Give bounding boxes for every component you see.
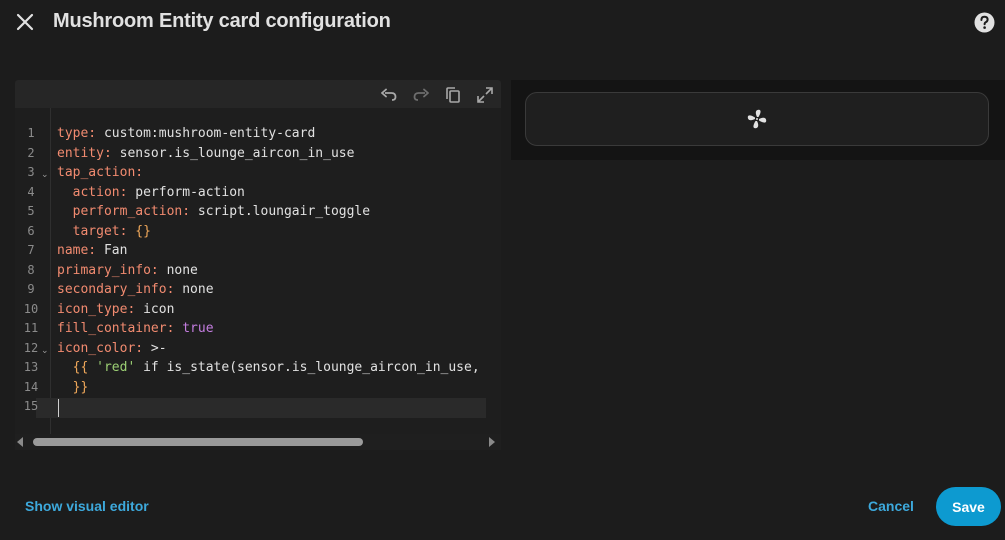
fullscreen-icon — [477, 87, 493, 103]
close-button[interactable] — [12, 9, 38, 35]
fan-icon — [747, 109, 767, 129]
help-button[interactable] — [973, 11, 996, 34]
code-token: icon_type: — [57, 301, 136, 317]
code-line: primary_info: none — [57, 261, 500, 281]
mushroom-entity-card[interactable] — [525, 92, 989, 146]
code-token: target: — [57, 223, 128, 239]
code-token: if is_state(sensor.is_lounge_aircon_in_u… — [135, 360, 480, 375]
line-number: 13 — [23, 360, 39, 374]
code-line: }} — [57, 378, 500, 398]
cancel-button[interactable]: Cancel — [868, 498, 914, 514]
code-line: name: Fan — [57, 241, 500, 261]
line-number: 7 — [27, 243, 35, 257]
code-token: script.loungair_toggle — [190, 204, 371, 219]
code-line: entity: sensor.is_lounge_aircon_in_use — [57, 144, 500, 164]
line-number: 11 — [23, 321, 39, 335]
line-number: 2 — [27, 145, 35, 160]
code-token: }} — [57, 379, 89, 395]
code-token: entity: — [57, 145, 112, 161]
redo-icon — [413, 88, 429, 101]
code-line: icon_type: icon — [57, 300, 500, 320]
undo-button[interactable] — [378, 84, 400, 106]
code-token: secondary_info: — [57, 282, 175, 297]
copy-button[interactable] — [442, 84, 464, 106]
code-token: name: — [57, 243, 97, 258]
code-token: none — [158, 262, 198, 278]
line-number: 5 — [27, 204, 35, 218]
line-number: 4 — [27, 184, 35, 199]
code-token: tap_action: — [57, 165, 144, 180]
text-cursor — [58, 399, 59, 417]
code-token: custom:mushroom-entity-card — [96, 126, 316, 141]
scrollbar-thumb[interactable] — [33, 438, 363, 446]
code-token: sensor.is_lounge_aircon_in_use — [111, 145, 355, 161]
line-number: 8 — [27, 262, 35, 277]
code-line: {{ 'red' if is_state(sensor.is_lounge_ai… — [57, 358, 500, 378]
code-token: fill_container: — [57, 321, 175, 336]
code-token: icon_color: — [57, 340, 144, 356]
code-token: {{ — [57, 360, 97, 375]
code-token: primary_info: — [57, 262, 159, 278]
fullscreen-button[interactable] — [474, 84, 496, 106]
help-circle-icon — [974, 12, 995, 33]
close-icon — [16, 13, 34, 31]
code-line: perform_action: script.loungair_toggle — [57, 202, 500, 222]
code-token: Fan — [96, 243, 128, 258]
code-token: perform_action: — [57, 204, 191, 219]
line-number: 9 — [27, 282, 35, 296]
code-token: 'red' — [96, 360, 136, 375]
code-line: secondary_info: none — [57, 280, 500, 300]
code-line: type: custom:mushroom-entity-card — [57, 124, 500, 144]
code-token: action: — [57, 184, 128, 200]
card-preview-panel — [511, 80, 1005, 160]
code-token: none — [174, 282, 214, 297]
code-token: true — [174, 321, 214, 336]
redo-button[interactable] — [410, 84, 432, 106]
line-number: 1 — [27, 126, 35, 140]
editor-toolbar — [15, 80, 501, 108]
code-token: >- — [143, 340, 167, 356]
horizontal-scrollbar[interactable] — [15, 434, 501, 450]
dialog-header: Mushroom Entity card configuration — [0, 0, 1005, 46]
code-token: icon — [135, 301, 175, 317]
undo-icon — [381, 88, 397, 101]
code-line: tap_action: — [57, 163, 500, 183]
line-number: 14 — [23, 379, 39, 394]
save-button[interactable]: Save — [936, 487, 1001, 526]
scroll-left-arrow-icon[interactable] — [17, 437, 23, 447]
line-number: 10 — [23, 301, 39, 316]
code-token: perform-action — [127, 184, 245, 200]
code-line: action: perform-action — [57, 183, 500, 203]
code-token: {} — [127, 223, 151, 239]
code-line: fill_container: true — [57, 319, 500, 339]
copy-icon — [446, 87, 460, 103]
code-line: icon_color: >- — [57, 339, 500, 359]
code-line: target: {} — [57, 222, 500, 242]
code-token: type: — [57, 126, 97, 141]
dialog-title: Mushroom Entity card configuration — [53, 10, 391, 32]
scroll-right-arrow-icon[interactable] — [489, 437, 495, 447]
line-number: 6 — [27, 223, 35, 238]
line-number: 15 — [23, 399, 39, 413]
show-visual-editor-button[interactable]: Show visual editor — [25, 498, 149, 514]
